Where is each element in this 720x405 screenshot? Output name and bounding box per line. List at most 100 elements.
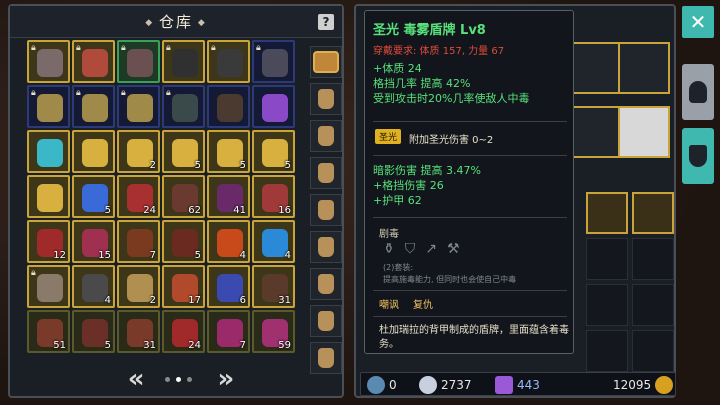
warehouse-slot[interactable]: 🔒︎ [27,265,70,308]
warehouse-slot[interactable]: 17 [162,265,205,308]
equip-slot-helmet[interactable] [618,42,670,94]
warehouse-slot[interactable]: 2 [117,265,160,308]
warehouse-slot[interactable]: 🔒︎ [72,85,115,128]
warehouse-slot[interactable]: 5 [72,175,115,218]
warehouse-slot[interactable]: 🔒︎ [27,85,70,128]
warehouse-slot[interactable]: 🔒︎ [117,85,160,128]
warehouse-slot[interactable]: 15 [72,220,115,263]
warehouse-slot[interactable]: 🔒︎ [162,85,205,128]
warehouse-slot[interactable]: 6 [207,265,250,308]
warehouse-slot[interactable]: 🔒︎ [162,40,205,83]
crystal-icon [495,376,513,394]
inventory-cell[interactable] [586,192,628,234]
warehouse-slot[interactable]: 5 [72,310,115,353]
item-icon [127,94,153,122]
bag-icon [318,126,334,146]
warehouse-slot[interactable]: 24 [162,310,205,353]
lock-icon: 🔒︎ [121,88,126,98]
warehouse-slot[interactable]: 🔒︎ [117,40,160,83]
warehouse-slot[interactable]: 🔒︎ [27,40,70,83]
warehouse-slot[interactable]: 16 [252,175,295,218]
warehouse-slot[interactable] [27,130,70,173]
warehouse-slot[interactable]: 59 [252,310,295,353]
bag-icon [318,311,334,331]
warehouse-slot[interactable] [27,175,70,218]
warehouse-slot[interactable]: 62 [162,175,205,218]
bag-slot[interactable] [310,268,342,300]
warehouse-slot[interactable]: 2 [117,130,160,173]
lock-icon: 🔒︎ [31,268,36,278]
item-count: 5 [194,250,201,261]
skill-name: 嘲讽 [379,300,399,311]
warehouse-slot[interactable] [207,85,250,128]
help-icon[interactable]: ? [318,14,334,30]
bag-slot[interactable] [310,83,342,115]
warehouse-slot[interactable]: 4 [207,220,250,263]
warehouse-slot[interactable]: 4 [252,220,295,263]
warehouse-header: 仓库 ? [10,6,342,38]
gold-value: 12095 [613,378,652,392]
divider [373,121,567,122]
warehouse-slot[interactable]: 24 [117,175,160,218]
page-dot[interactable] [186,376,192,382]
inventory-cell[interactable] [632,284,674,326]
warehouse-slot[interactable]: 🔒︎ [252,40,295,83]
item-count: 31 [278,295,291,306]
warehouse-slot[interactable]: 12 [27,220,70,263]
stat-line: +格挡伤害 26 [373,179,444,192]
item-count: 2 [149,295,156,306]
tab-shield[interactable] [682,128,714,184]
inventory-cell[interactable] [586,238,628,280]
inventory-cell[interactable] [632,192,674,234]
lock-icon: 🔒︎ [256,43,261,53]
warehouse-slot[interactable]: 31 [117,310,160,353]
chest-slot[interactable] [310,46,342,78]
holy-badge-text: 附加圣光伤害 0~2 [409,135,494,146]
warehouse-slot[interactable] [252,85,295,128]
item-count: 51 [53,340,66,351]
bag-slot[interactable] [310,120,342,152]
warehouse-slot[interactable]: 7 [207,310,250,353]
bag-slot[interactable] [310,194,342,226]
stat-line: +护甲 62 [373,194,422,207]
item-count: 5 [284,160,291,171]
next-page-button[interactable]: » [218,364,235,394]
item-count: 31 [143,340,156,351]
warehouse-slot[interactable]: 🔒︎ [72,40,115,83]
warehouse-slot[interactable]: 51 [27,310,70,353]
page-dot[interactable] [164,376,170,382]
set-piece-icon: ⛉ [404,241,416,257]
item-count: 5 [104,340,111,351]
warehouse-slot[interactable]: 4 [72,265,115,308]
warehouse-slot[interactable]: 41 [207,175,250,218]
close-icon: ✕ [689,10,707,34]
item-count: 7 [149,250,156,261]
warehouse-slot[interactable] [72,130,115,173]
warehouse-slot[interactable]: 5 [252,130,295,173]
bag-slot[interactable] [310,231,342,263]
page-dot[interactable] [175,376,181,382]
inventory-cell[interactable] [632,330,674,372]
warehouse-slot[interactable]: 31 [252,265,295,308]
inventory-cell[interactable] [586,330,628,372]
tab-helmet[interactable] [682,64,714,120]
shield-icon [689,145,707,167]
set-piece-icon: ⚒ [446,241,460,257]
equip-slot-amulet[interactable] [568,42,620,94]
close-button[interactable]: ✕ [682,6,714,38]
warehouse-slot[interactable]: 5 [162,220,205,263]
equip-slot-weapon[interactable] [618,106,670,158]
bag-slot[interactable] [310,157,342,189]
prev-page-button[interactable]: « [128,364,145,394]
gold-coin-icon [655,376,674,394]
warehouse-slot[interactable]: 5 [162,130,205,173]
inventory-cell[interactable] [632,238,674,280]
warehouse-slot[interactable]: 🔒︎ [207,40,250,83]
bag-slot[interactable] [310,305,342,337]
item-icon [217,49,243,77]
inventory-cell[interactable] [586,284,628,326]
equip-slot-ring[interactable] [568,106,620,158]
warehouse-slot[interactable]: 5 [207,130,250,173]
warehouse-slot[interactable]: 7 [117,220,160,263]
lock-icon: 🔒︎ [76,43,81,53]
